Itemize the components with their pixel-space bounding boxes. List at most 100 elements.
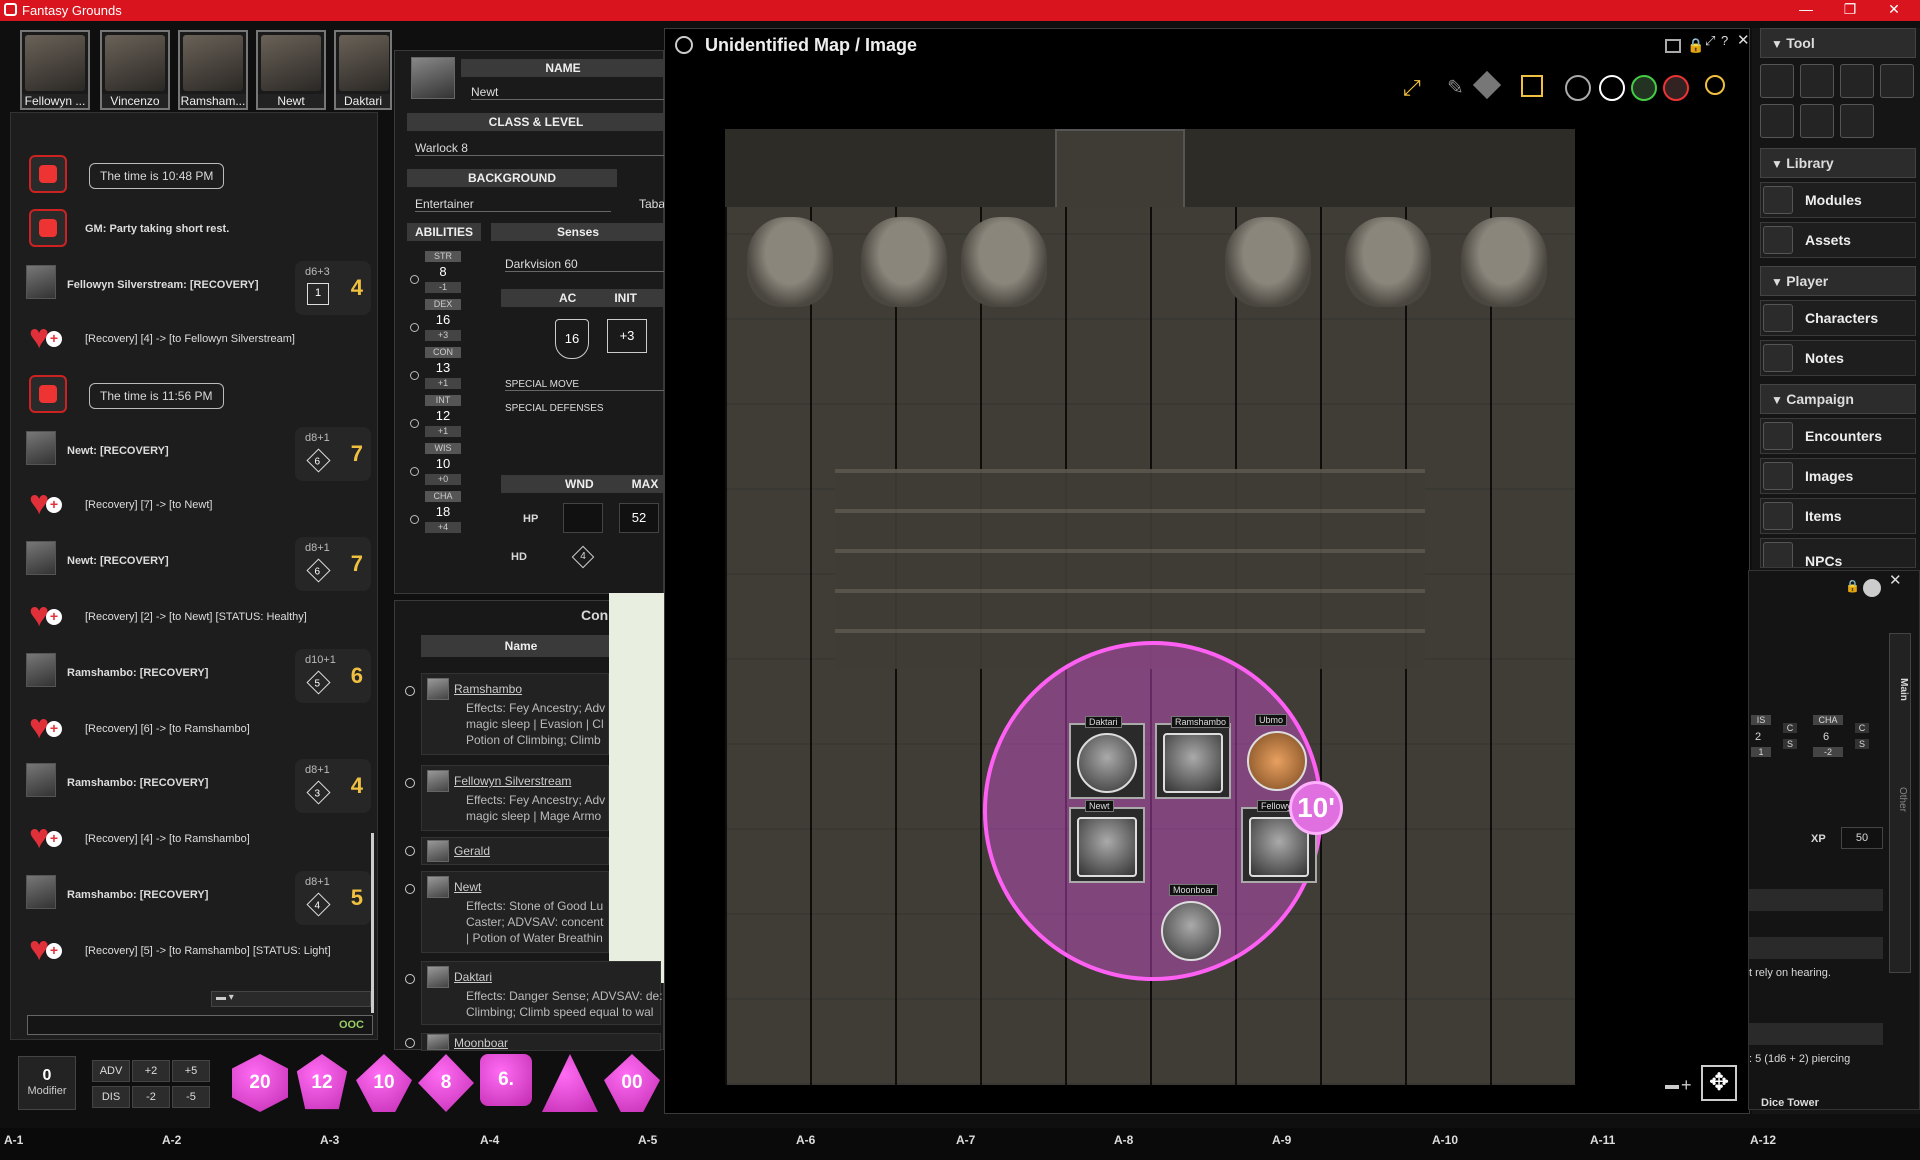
xp-field[interactable]: 50 bbox=[1841, 827, 1883, 849]
resize-icon[interactable]: ⤢ bbox=[1705, 33, 1715, 49]
dice-icon[interactable] bbox=[1880, 64, 1914, 98]
adv-button[interactable]: ADV bbox=[92, 1060, 130, 1082]
sidebar-item-npcs[interactable]: NPCs bbox=[1760, 538, 1916, 568]
party-icon[interactable] bbox=[1800, 64, 1834, 98]
text-field[interactable] bbox=[1749, 889, 1883, 911]
wounds-field[interactable] bbox=[563, 503, 603, 533]
d20-die[interactable]: 20 bbox=[232, 1054, 288, 1112]
help-icon[interactable]: ? bbox=[1721, 33, 1728, 48]
sidebar-item-items[interactable]: Items bbox=[1760, 498, 1916, 534]
tab-main[interactable]: Main bbox=[1898, 678, 1909, 701]
combatant-row[interactable]: Daktari Effects: Danger Sense; ADVSAV: de… bbox=[405, 961, 662, 1025]
background-field[interactable]: Entertainer bbox=[415, 197, 611, 212]
maximize-button[interactable]: ❐ bbox=[1830, 1, 1870, 18]
party-portrait[interactable]: Vincenzo bbox=[100, 30, 170, 110]
tool-section[interactable]: Tool bbox=[1760, 28, 1916, 58]
check-box[interactable]: C bbox=[1855, 723, 1869, 733]
ability-wis[interactable]: WIS 10 +0 bbox=[410, 443, 461, 489]
close-window-button[interactable]: ✕ bbox=[1874, 1, 1914, 18]
chat-mode-select[interactable]: ▬ ▾ bbox=[211, 991, 371, 1007]
plus5-button[interactable]: +5 bbox=[172, 1060, 210, 1082]
player-section[interactable]: Player bbox=[1760, 266, 1916, 296]
d100-die[interactable]: 00 bbox=[604, 1054, 660, 1112]
globe-icon[interactable] bbox=[1863, 579, 1881, 597]
hd-die-icon[interactable]: 4 bbox=[571, 545, 595, 569]
text-field[interactable] bbox=[1749, 1023, 1883, 1045]
ability-con[interactable]: CON 13 +1 bbox=[410, 347, 461, 393]
campaign-section[interactable]: Campaign bbox=[1760, 384, 1916, 414]
text-field[interactable] bbox=[1749, 937, 1883, 959]
zoom-in-icon[interactable]: + bbox=[1681, 1075, 1692, 1096]
lock-icon[interactable]: 🔒 bbox=[1845, 579, 1860, 593]
minus2-button[interactable]: -2 bbox=[132, 1086, 170, 1108]
token-moonboar[interactable]: Moonboar bbox=[1155, 884, 1231, 969]
save-box[interactable]: S bbox=[1783, 739, 1797, 749]
save-box[interactable]: S bbox=[1855, 739, 1869, 749]
sidebar-item-notes[interactable]: Notes bbox=[1760, 340, 1916, 376]
modifier-box[interactable]: 0 Modifier bbox=[18, 1056, 76, 1110]
user-icon[interactable] bbox=[1800, 104, 1834, 138]
dice-tower[interactable]: Dice Tower bbox=[1761, 1097, 1881, 1111]
special-defenses-field[interactable]: SPECIAL DEFENSES bbox=[505, 403, 665, 414]
plus2-button[interactable]: +2 bbox=[132, 1060, 170, 1082]
token-daktari[interactable]: Daktari bbox=[1069, 716, 1145, 799]
special-move-field[interactable]: SPECIAL MOVE bbox=[505, 379, 665, 391]
combatant-row[interactable]: Moonboar bbox=[405, 1033, 661, 1051]
d4-die[interactable] bbox=[542, 1054, 598, 1112]
zoom-out-icon[interactable] bbox=[1665, 1085, 1679, 1089]
name-field[interactable]: Newt bbox=[471, 85, 665, 100]
chat-input[interactable]: OOC bbox=[27, 1015, 373, 1035]
combatant-row[interactable]: Gerald bbox=[405, 837, 609, 865]
token-newt[interactable]: Newt bbox=[1069, 800, 1145, 883]
party-portrait[interactable]: Daktari bbox=[334, 30, 392, 110]
d10-die[interactable]: 10 bbox=[356, 1054, 412, 1112]
dis-button[interactable]: DIS bbox=[92, 1086, 130, 1108]
init-field[interactable]: +3 bbox=[607, 319, 647, 353]
sidebar-item-images[interactable]: Images bbox=[1760, 458, 1916, 494]
d8-die[interactable]: 8 bbox=[418, 1054, 474, 1112]
green-target-icon[interactable] bbox=[1631, 75, 1657, 101]
d12-die[interactable]: 12 bbox=[296, 1054, 348, 1110]
token-ramshambo[interactable]: Ramshambo bbox=[1155, 716, 1231, 799]
ability-cha[interactable]: CHA 18 +4 bbox=[410, 491, 461, 537]
fullscreen-icon[interactable]: ⤢ bbox=[1403, 75, 1421, 101]
minimize-button[interactable]: — bbox=[1786, 1, 1826, 17]
minus5-button[interactable]: -5 bbox=[172, 1086, 210, 1108]
party-portrait[interactable]: Newt bbox=[256, 30, 326, 110]
upload-icon[interactable] bbox=[1760, 104, 1794, 138]
close-icon[interactable]: ✕ bbox=[1889, 571, 1902, 589]
party-portrait[interactable]: Fellowyn ... bbox=[20, 30, 90, 110]
pencil-icon[interactable]: ✎ bbox=[1447, 75, 1464, 100]
combatant-row[interactable]: Ramshambo Effects: Fey Ancestry; Adv magic… bbox=[405, 673, 609, 755]
red-target-icon[interactable] bbox=[1663, 75, 1689, 101]
gear-icon[interactable] bbox=[1840, 104, 1874, 138]
chat-scrollbar[interactable] bbox=[371, 833, 374, 1013]
library-section[interactable]: Library bbox=[1760, 148, 1916, 178]
character-portrait[interactable] bbox=[411, 57, 455, 99]
ability-dex[interactable]: DEX 16 +3 bbox=[410, 299, 461, 345]
share-icon[interactable] bbox=[1665, 39, 1681, 53]
lock-icon[interactable]: 🔒 bbox=[1687, 37, 1704, 54]
ac-shield-icon[interactable]: 16 bbox=[555, 319, 589, 359]
check-box[interactable]: C bbox=[1783, 723, 1797, 733]
close-icon[interactable]: ✕ bbox=[1737, 31, 1750, 49]
ability-str[interactable]: STR 8 -1 bbox=[410, 251, 461, 297]
sidebar-item-assets[interactable]: Assets bbox=[1760, 222, 1916, 258]
class-field[interactable]: Warlock 8 bbox=[415, 141, 665, 156]
link-icon[interactable] bbox=[675, 36, 693, 54]
combatant-row[interactable]: Newt Effects: Stone of Good Lu Caster; ADV… bbox=[405, 871, 609, 953]
sidebar-item-characters[interactable]: Characters bbox=[1760, 300, 1916, 336]
sidebar-item-encounters[interactable]: Encounters bbox=[1760, 418, 1916, 454]
party-portrait[interactable]: Ramsham... bbox=[178, 30, 248, 110]
target-icon[interactable] bbox=[1565, 75, 1591, 101]
ability-int[interactable]: INT 12 +1 bbox=[410, 395, 461, 441]
calendar-icon[interactable] bbox=[1840, 64, 1874, 98]
select-icon[interactable] bbox=[1521, 75, 1543, 97]
combatant-row[interactable]: Fellowyn Silverstream Effects: Fey Ancest… bbox=[405, 765, 609, 831]
pin-icon[interactable] bbox=[1705, 75, 1725, 95]
hp-max-field[interactable]: 52 bbox=[619, 503, 659, 533]
tab-other[interactable]: Other bbox=[1897, 787, 1908, 812]
eraser-icon[interactable] bbox=[1472, 70, 1502, 100]
circle-icon[interactable] bbox=[1599, 75, 1625, 101]
sidebar-item-modules[interactable]: Modules bbox=[1760, 182, 1916, 218]
